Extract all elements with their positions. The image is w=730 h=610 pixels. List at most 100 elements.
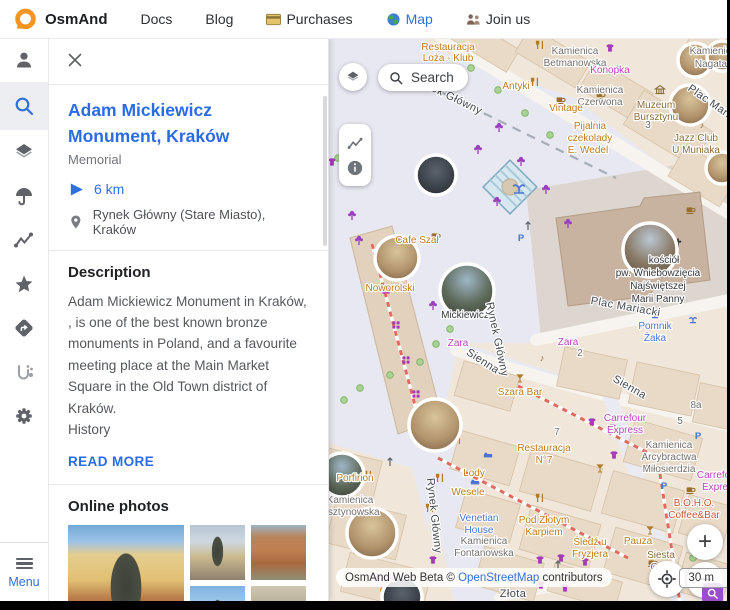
- layers-icon: [345, 68, 361, 86]
- nav-join-us[interactable]: Join us: [466, 11, 530, 27]
- photo-thumbnail[interactable]: [190, 525, 245, 580]
- navbar: OsmAnd Docs Blog Purchases Map: [0, 0, 727, 39]
- map-label: Kamienica: [461, 536, 508, 547]
- zoom-in-button[interactable]: +: [687, 524, 723, 560]
- tree-icon: [522, 110, 529, 117]
- sidebar-item-settings[interactable]: [0, 394, 48, 438]
- people-icon: [466, 13, 481, 26]
- parking-icon: P: [518, 233, 525, 244]
- track-route-icon: [12, 228, 36, 252]
- map-label: Muzeum: [637, 100, 675, 111]
- map-label: Pauza: [624, 536, 653, 547]
- poi-category: Memorial: [68, 152, 308, 167]
- tree-icon: [387, 372, 394, 379]
- map-label: Lody: [463, 468, 485, 479]
- brand-name: OsmAnd: [45, 11, 108, 28]
- map-label: Miłosierdzia: [643, 464, 696, 475]
- person-icon: [12, 48, 36, 72]
- parking-icon: P: [661, 481, 668, 492]
- photo-marker[interactable]: [706, 152, 727, 184]
- map-label: Coffee&Bar: [668, 510, 720, 521]
- location-pin-icon: [68, 214, 84, 230]
- nav-purchases[interactable]: Purchases: [266, 11, 352, 27]
- nav-docs[interactable]: Docs: [141, 11, 173, 27]
- map-label: Nagata: [695, 59, 727, 70]
- map-label: Fontanowska: [454, 548, 514, 559]
- map-label: Konopka: [590, 65, 630, 76]
- details-panel: Adam Mickiewicz Monument, Kraków Memoria…: [48, 38, 329, 601]
- map-search-button[interactable]: Search: [378, 64, 468, 91]
- map-label: Fryzjera: [572, 549, 609, 560]
- nav-blog[interactable]: Blog: [205, 11, 233, 27]
- close-button[interactable]: [60, 45, 90, 78]
- menu-label: Menu: [8, 575, 39, 589]
- map-label: Cafe Szał: [395, 235, 439, 246]
- divider: [48, 250, 328, 251]
- map-label: Arcybractwa: [641, 452, 696, 463]
- panel-scrollbar[interactable]: [323, 96, 327, 246]
- nav-map[interactable]: Map: [386, 11, 433, 27]
- distance-row[interactable]: 6 km: [68, 181, 308, 198]
- map-label: Szara Bar: [498, 387, 543, 398]
- photo-thumbnail[interactable]: [251, 525, 306, 580]
- sidebar-item-plan-route[interactable]: [0, 350, 48, 394]
- locate-icon: [657, 569, 677, 589]
- photo-marker[interactable]: [416, 155, 456, 195]
- track-analyze-icon[interactable]: [346, 134, 365, 153]
- map-label: Jazz Club: [674, 133, 718, 144]
- photo-grid: [68, 525, 308, 601]
- map-label: Restauracja: [421, 42, 475, 53]
- description-text: Adam Mickiewicz Monument in Kraków, , is…: [68, 291, 308, 441]
- direction-arrow-icon: [68, 181, 85, 198]
- photo-marker[interactable]: [409, 399, 461, 451]
- map-label: Kamienica: [646, 440, 693, 451]
- map-label: House: [465, 525, 494, 536]
- map-label: Kamienica: [328, 495, 374, 506]
- hamburger-icon: [16, 555, 33, 572]
- map-label: kościół: [649, 255, 680, 266]
- map-label: Żaka: [644, 331, 667, 344]
- sidebar-item-layers[interactable]: [0, 130, 48, 174]
- photo-thumbnail[interactable]: [251, 586, 306, 601]
- description-heading: Description: [68, 264, 308, 281]
- svg-text:P: P: [661, 481, 668, 492]
- map-label: Zara: [448, 338, 469, 349]
- map-label: Pijalnia: [574, 121, 607, 132]
- globe-icon: [386, 13, 401, 26]
- map-label: Pomnik: [638, 321, 672, 332]
- close-icon: [64, 49, 86, 71]
- read-more-link[interactable]: READ MORE: [68, 454, 154, 469]
- online-photos-heading: Online photos: [68, 498, 308, 515]
- sidebar-item-favorites[interactable]: [0, 262, 48, 306]
- map-label: N°7: [536, 455, 553, 466]
- sidebar-item-navigation[interactable]: [0, 306, 48, 350]
- map-label: 8a: [690, 400, 702, 411]
- sidebar-menu-button[interactable]: Menu: [0, 542, 48, 601]
- map-search-label: Search: [411, 70, 454, 85]
- map-label: Bursztynowska: [328, 507, 380, 518]
- sidebar-item-weather[interactable]: [0, 174, 48, 218]
- map-canvas[interactable]: ♪♪PPP RestauracjaLoża - KlubKamienicaBet…: [328, 38, 727, 601]
- map-label: Kamienica: [552, 46, 599, 57]
- tree-icon: [495, 87, 502, 94]
- map-label: Noworolski: [366, 283, 415, 294]
- map-label: 3: [645, 120, 651, 131]
- map-label: Loża - Klub: [423, 53, 474, 64]
- info-icon[interactable]: [346, 159, 364, 177]
- map-label: Porfirion: [336, 473, 373, 484]
- map-label: czekolady: [568, 133, 612, 144]
- sidebar-item-tracks[interactable]: [0, 218, 48, 262]
- map-layers-button[interactable]: [339, 63, 367, 91]
- divider: [48, 484, 328, 485]
- map-container[interactable]: ♪♪PPP RestauracjaLoża - KlubKamienicaBet…: [328, 38, 727, 601]
- directions-icon: [12, 316, 36, 340]
- umbrella-icon: [12, 184, 36, 208]
- photo-thumbnail-main[interactable]: [68, 525, 184, 601]
- panel-header: [48, 38, 328, 85]
- address-row: Rynek Główny (Stare Miasto), Kraków: [68, 207, 308, 237]
- photo-thumbnail[interactable]: [190, 586, 245, 601]
- sidebar-item-search[interactable]: [0, 82, 48, 130]
- openstreetmap-link[interactable]: OpenStreetMap: [458, 572, 539, 584]
- gear-icon: [12, 404, 36, 428]
- sidebar-item-account[interactable]: [0, 38, 48, 82]
